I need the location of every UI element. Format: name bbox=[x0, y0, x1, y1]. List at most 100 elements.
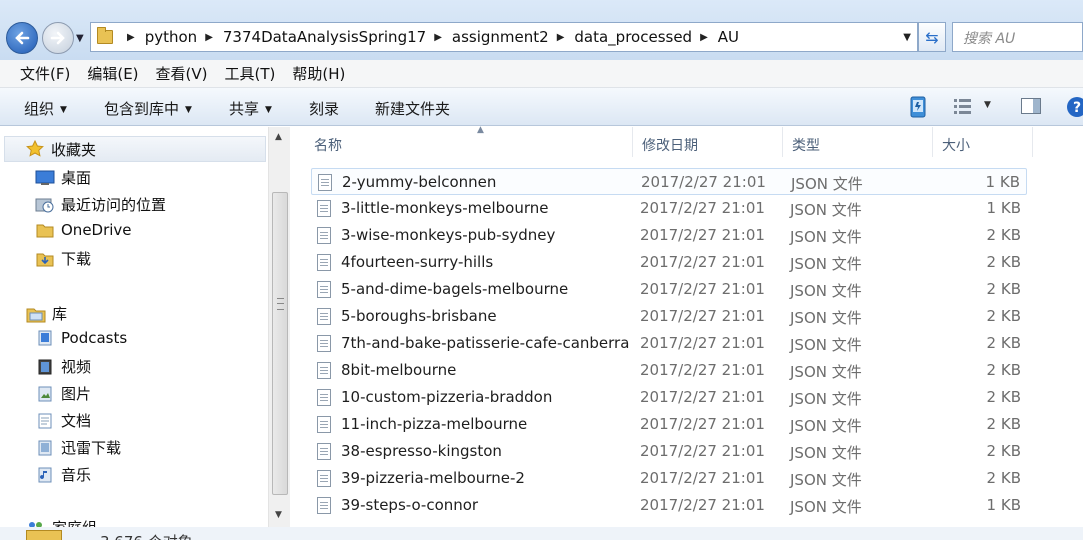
breadcrumb-item[interactable]: 7374DataAnalysisSpring17 bbox=[223, 28, 426, 46]
scroll-up-arrow-icon[interactable]: ▲ bbox=[275, 132, 282, 142]
menu-edit[interactable]: 编辑(E) bbox=[87, 63, 138, 84]
include-in-library-button[interactable]: 包含到库中 ▼ bbox=[104, 98, 192, 119]
help-button[interactable]: ? bbox=[1066, 96, 1083, 118]
chevron-right-icon[interactable]: ▶ bbox=[557, 32, 565, 43]
table-row[interactable]: 38-espresso-kingston 2017/2/27 21:01 JSON … bbox=[311, 438, 1027, 465]
back-button[interactable] bbox=[6, 22, 38, 54]
nav-item-documents[interactable]: 文档 bbox=[35, 410, 91, 431]
table-row[interactable]: 7th-and-bake-patisserie-cafe-canberra 201… bbox=[311, 330, 1027, 357]
share-label: 共享 bbox=[229, 100, 260, 118]
file-size: 1 KB bbox=[986, 199, 1021, 217]
share-button[interactable]: 共享 ▼ bbox=[229, 98, 272, 119]
nav-item-onedrive[interactable]: OneDrive bbox=[35, 221, 132, 239]
chevron-right-icon[interactable]: ▶ bbox=[434, 32, 442, 43]
table-row[interactable]: 39-pizzeria-melbourne-2 2017/2/27 21:01 JS… bbox=[311, 465, 1027, 492]
table-row[interactable]: 8bit-melbourne 2017/2/27 21:01 JSON 文件 2 KB bbox=[311, 357, 1027, 384]
menu-view[interactable]: 查看(V) bbox=[156, 63, 208, 84]
podcasts-library-icon bbox=[35, 329, 55, 347]
table-row[interactable]: 11-inch-pizza-melbourne 2017/2/27 21:01 JS… bbox=[311, 411, 1027, 438]
chevron-right-icon[interactable]: ▶ bbox=[127, 32, 135, 43]
table-row[interactable]: 5-and-dime-bagels-melbourne 2017/2/27 21:… bbox=[311, 276, 1027, 303]
table-row[interactable]: 3-little-monkeys-melbourne 2017/2/27 21:0… bbox=[311, 195, 1027, 222]
file-date: 2017/2/27 21:01 bbox=[640, 226, 765, 244]
nav-item-podcasts[interactable]: Podcasts bbox=[35, 329, 127, 347]
navigation-scrollbar[interactable]: ▲ ▼ bbox=[268, 127, 290, 527]
file-date: 2017/2/27 21:01 bbox=[640, 442, 765, 460]
file-name: 5-and-dime-bagels-melbourne bbox=[341, 280, 569, 298]
file-type: JSON 文件 bbox=[790, 282, 862, 300]
table-row[interactable]: 2-yummy-belconnen 2017/2/27 21:01 JSON 文件 1… bbox=[311, 168, 1027, 195]
file-date: 2017/2/27 21:01 bbox=[640, 496, 765, 514]
documents-library-icon bbox=[35, 412, 55, 430]
column-header-date-label: 修改日期 bbox=[642, 138, 698, 154]
file-date: 2017/2/27 21:01 bbox=[640, 334, 765, 352]
column-header-size[interactable]: 大小 bbox=[933, 127, 1033, 157]
preview-pane-button[interactable] bbox=[1020, 96, 1042, 118]
file-type: JSON 文件 bbox=[790, 471, 862, 489]
details-view-icon bbox=[954, 99, 971, 114]
nav-item-xunlei-downloads[interactable]: 迅雷下载 bbox=[35, 437, 121, 458]
grip-icon bbox=[277, 298, 284, 310]
address-bar[interactable]: ▶ python ▶ 7374DataAnalysisSpring17 ▶ as… bbox=[90, 22, 918, 52]
nav-item-videos[interactable]: 视频 bbox=[35, 356, 91, 377]
device-icon[interactable] bbox=[908, 96, 930, 118]
nav-item-recent-places[interactable]: 最近访问的位置 bbox=[35, 194, 166, 215]
refresh-icon: ⇆ bbox=[925, 27, 939, 47]
nav-item-music[interactable]: 音乐 bbox=[35, 464, 91, 485]
chevron-right-icon[interactable]: ▶ bbox=[700, 32, 708, 43]
file-date: 2017/2/27 21:01 bbox=[640, 361, 765, 379]
folder-icon bbox=[35, 221, 55, 239]
refresh-button[interactable]: ⇆ bbox=[918, 22, 946, 52]
sort-ascending-icon: ▲ bbox=[477, 125, 484, 135]
file-size: 2 KB bbox=[986, 469, 1021, 487]
scrollbar-thumb[interactable] bbox=[272, 192, 288, 495]
nav-item-downloads[interactable]: 下载 bbox=[35, 248, 91, 269]
file-size: 2 KB bbox=[986, 253, 1021, 271]
file-type: JSON 文件 bbox=[790, 363, 862, 381]
table-row[interactable]: 5-boroughs-brisbane 2017/2/27 21:01 JSON 文… bbox=[311, 303, 1027, 330]
json-file-icon bbox=[317, 362, 331, 379]
breadcrumb-item[interactable]: AU bbox=[718, 28, 739, 46]
recent-pages-dropdown[interactable]: ▼ bbox=[76, 33, 86, 44]
file-name: 11-inch-pizza-melbourne bbox=[341, 415, 528, 433]
column-header-date[interactable]: 修改日期 bbox=[633, 127, 783, 157]
nav-item-desktop[interactable]: 桌面 bbox=[35, 167, 91, 188]
file-date: 2017/2/27 21:01 bbox=[640, 199, 765, 217]
preview-pane-icon bbox=[1021, 98, 1041, 114]
menu-tools[interactable]: 工具(T) bbox=[225, 63, 276, 84]
organize-button[interactable]: 组织 ▼ bbox=[24, 98, 67, 119]
file-name: 7th-and-bake-patisserie-cafe-canberra bbox=[341, 334, 630, 352]
breadcrumb-item[interactable]: python bbox=[145, 28, 197, 46]
menu-help[interactable]: 帮助(H) bbox=[292, 63, 345, 84]
burn-button[interactable]: 刻录 bbox=[309, 98, 339, 119]
nav-item-label: 下载 bbox=[61, 250, 92, 268]
new-folder-button[interactable]: 新建文件夹 bbox=[375, 98, 450, 119]
file-name: 38-espresso-kingston bbox=[341, 442, 502, 460]
column-header-name[interactable]: ▲ 名称 bbox=[305, 125, 633, 157]
pictures-library-icon bbox=[35, 385, 55, 403]
view-options-button[interactable]: ▼ bbox=[952, 96, 992, 118]
table-row[interactable]: 3-wise-monkeys-pub-sydney 2017/2/27 21:01… bbox=[311, 222, 1027, 249]
table-row[interactable]: 39-steps-o-connor 2017/2/27 21:01 JSON 文件 1… bbox=[311, 492, 1027, 519]
table-row[interactable]: 10-custom-pizzeria-braddon 2017/2/27 21:0… bbox=[311, 384, 1027, 411]
column-header-type[interactable]: 类型 bbox=[783, 127, 933, 157]
menu-file[interactable]: 文件(F) bbox=[20, 63, 70, 84]
forward-button[interactable] bbox=[42, 22, 74, 54]
chevron-right-icon[interactable]: ▶ bbox=[205, 32, 213, 43]
nav-favorites-label: 收藏夹 bbox=[51, 140, 97, 159]
file-name: 3-little-monkeys-melbourne bbox=[341, 199, 549, 217]
json-file-icon bbox=[317, 335, 331, 352]
search-input[interactable]: 搜索 AU bbox=[952, 22, 1083, 52]
chevron-down-icon: ▼ bbox=[984, 100, 991, 110]
breadcrumb-item[interactable]: data_processed bbox=[574, 28, 692, 46]
item-count: 3,676 个对象 bbox=[100, 531, 193, 540]
nav-item-pictures[interactable]: 图片 bbox=[35, 383, 91, 404]
table-row[interactable]: 4fourteen-surry-hills 2017/2/27 21:01 JSON… bbox=[311, 249, 1027, 276]
scroll-down-arrow-icon[interactable]: ▼ bbox=[275, 510, 282, 520]
nav-libraries[interactable]: 库 bbox=[26, 303, 67, 324]
file-type: JSON 文件 bbox=[791, 175, 863, 193]
address-history-dropdown[interactable]: ▼ bbox=[903, 32, 911, 43]
breadcrumb-item[interactable]: assignment2 bbox=[452, 28, 549, 46]
nav-favorites[interactable]: 收藏夹 bbox=[4, 136, 266, 162]
nav-libraries-label: 库 bbox=[52, 305, 68, 323]
